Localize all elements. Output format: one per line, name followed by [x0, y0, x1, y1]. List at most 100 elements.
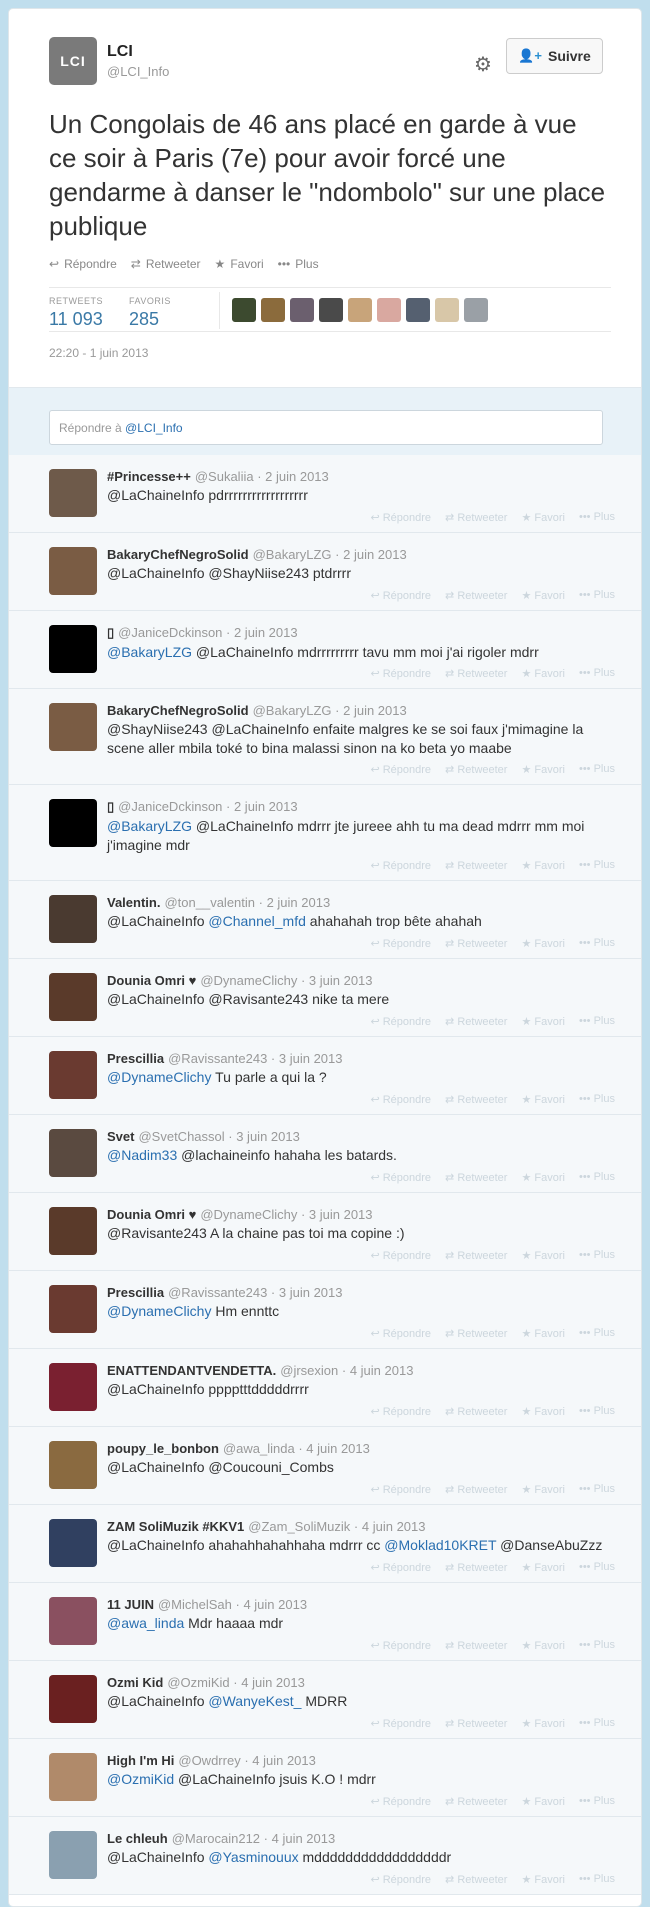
reply-action[interactable]: ↩ Répondre: [370, 511, 431, 524]
favorite-action[interactable]: ★ Favori: [215, 257, 264, 271]
favorite-action[interactable]: ★ Favori: [521, 1795, 565, 1808]
reply-author-name[interactable]: ZAM SoliMuzik #KKV1: [107, 1519, 244, 1534]
reply-tweet[interactable]: ▯ @JaniceDckinson · 2 juin 2013 @BakaryLZG…: [9, 785, 641, 881]
avatar[interactable]: [319, 298, 343, 322]
avatar[interactable]: [232, 298, 256, 322]
reply-author-name[interactable]: Dounia Omri ♥: [107, 973, 196, 988]
avatar[interactable]: [49, 973, 97, 1021]
reply-tweet[interactable]: Ozmi Kid @OzmiKid · 4 juin 2013 @LaChaineI…: [9, 1661, 641, 1739]
retweet-action[interactable]: ⇄ Retweeter: [445, 1873, 507, 1886]
reply-date[interactable]: 2 juin 2013: [234, 625, 298, 640]
reply-date[interactable]: 3 juin 2013: [279, 1051, 343, 1066]
reply-author-handle[interactable]: @MichelSah: [158, 1597, 232, 1612]
more-action[interactable]: ••• Plus: [579, 1093, 615, 1106]
favorite-action[interactable]: ★ Favori: [521, 1405, 565, 1418]
reply-date[interactable]: 2 juin 2013: [265, 469, 329, 484]
reply-action[interactable]: ↩ Répondre: [370, 1249, 431, 1262]
reply-author-name[interactable]: BakaryChefNegroSolid: [107, 547, 249, 562]
avatar[interactable]: [49, 1519, 97, 1567]
mention-link[interactable]: @Moklad10KRET: [384, 1537, 496, 1553]
reply-action[interactable]: ↩ Répondre: [370, 937, 431, 950]
favorite-action[interactable]: ★ Favori: [521, 1483, 565, 1496]
reply-author-handle[interactable]: @jrsexion: [280, 1363, 338, 1378]
retweet-action[interactable]: ⇄ Retweeter: [131, 257, 201, 271]
retweet-action[interactable]: ⇄ Retweeter: [445, 1405, 507, 1418]
reply-date[interactable]: 4 juin 2013: [306, 1441, 370, 1456]
reply-author-handle[interactable]: @awa_linda: [223, 1441, 295, 1456]
reply-author-name[interactable]: Le chleuh: [107, 1831, 168, 1846]
follow-button[interactable]: 👤+ Suivre: [506, 38, 603, 74]
reply-author-name[interactable]: ▯: [107, 625, 114, 640]
more-action[interactable]: ••• Plus: [579, 589, 615, 602]
avatar[interactable]: [464, 298, 488, 322]
reply-tweet[interactable]: Svet @SvetChassol · 3 juin 2013 @Nadim33 @…: [9, 1115, 641, 1193]
reply-tweet[interactable]: ENATTENDANTVENDETTA. @jrsexion · 4 juin 2…: [9, 1349, 641, 1427]
retweet-action[interactable]: ⇄ Retweeter: [445, 1795, 507, 1808]
more-action[interactable]: ••• Plus: [579, 1015, 615, 1028]
reply-action[interactable]: ↩ Répondre: [370, 859, 431, 872]
avatar[interactable]: [49, 703, 97, 751]
gear-icon[interactable]: ⚙: [474, 52, 492, 77]
retweet-action[interactable]: ⇄ Retweeter: [445, 1327, 507, 1340]
mention-link[interactable]: @BakaryLZG: [107, 644, 192, 660]
more-action[interactable]: ••• Plus: [579, 1873, 615, 1886]
mention-link[interactable]: @DynameClichy: [107, 1303, 211, 1319]
mention-link[interactable]: @Channel_mfd: [208, 913, 306, 929]
reply-author-handle[interactable]: @Owdrrey: [178, 1753, 240, 1768]
reply-date[interactable]: 3 juin 2013: [309, 1207, 373, 1222]
reply-action[interactable]: ↩ Répondre: [370, 1093, 431, 1106]
avatar[interactable]: [49, 625, 97, 673]
author-name[interactable]: LCI: [107, 43, 169, 61]
retweet-action[interactable]: ⇄ Retweeter: [445, 1093, 507, 1106]
reply-tweet[interactable]: High I'm Hi @Owdrrey · 4 juin 2013 @OzmiKi…: [9, 1739, 641, 1817]
reply-action[interactable]: ↩ Répondre: [370, 667, 431, 680]
reply-author-name[interactable]: BakaryChefNegroSolid: [107, 703, 249, 718]
reply-author-handle[interactable]: @JaniceDckinson: [118, 625, 222, 640]
reply-input[interactable]: Répondre à @LCI_Info: [49, 410, 603, 445]
avatar[interactable]: [49, 1831, 97, 1879]
retweet-action[interactable]: ⇄ Retweeter: [445, 589, 507, 602]
reply-action[interactable]: ↩ Répondre: [49, 257, 117, 271]
reply-author-name[interactable]: 11 JUIN: [107, 1597, 154, 1612]
more-action[interactable]: ••• Plus: [579, 667, 615, 680]
reply-action[interactable]: ↩ Répondre: [370, 1717, 431, 1730]
retweet-action[interactable]: ⇄ Retweeter: [445, 1015, 507, 1028]
reply-action[interactable]: ↩ Répondre: [370, 1015, 431, 1028]
retweet-action[interactable]: ⇄ Retweeter: [445, 1717, 507, 1730]
retweet-action[interactable]: ⇄ Retweeter: [445, 859, 507, 872]
retweet-action[interactable]: ⇄ Retweeter: [445, 667, 507, 680]
reply-tweet[interactable]: BakaryChefNegroSolid @BakaryLZG · 2 juin …: [9, 533, 641, 611]
reply-date[interactable]: 4 juin 2013: [243, 1597, 307, 1612]
mention-link[interactable]: @WanyeKest_: [208, 1693, 301, 1709]
retweets-stat[interactable]: RETWEETS 11 093: [49, 296, 103, 330]
favorite-action[interactable]: ★ Favori: [521, 1171, 565, 1184]
reply-tweet[interactable]: Valentin. @ton__valentin · 2 juin 2013 @La…: [9, 881, 641, 959]
reply-date[interactable]: 3 juin 2013: [309, 973, 373, 988]
more-action[interactable]: ••• Plus: [278, 257, 319, 271]
mention-link[interactable]: @awa_linda: [107, 1615, 184, 1631]
favorite-action[interactable]: ★ Favori: [521, 1093, 565, 1106]
reply-author-name[interactable]: ▯: [107, 799, 114, 814]
reply-date[interactable]: 2 juin 2013: [234, 799, 298, 814]
reply-author-handle[interactable]: @BakaryLZG: [253, 703, 332, 718]
reply-author-name[interactable]: Svet: [107, 1129, 134, 1144]
reply-date[interactable]: 2 juin 2013: [267, 895, 331, 910]
more-action[interactable]: ••• Plus: [579, 763, 615, 776]
avatar[interactable]: [49, 1597, 97, 1645]
favorite-action[interactable]: ★ Favori: [521, 937, 565, 950]
reply-tweet[interactable]: 11 JUIN @MichelSah · 4 juin 2013 @awa_lind…: [9, 1583, 641, 1661]
reply-author-handle[interactable]: @Sukaliia: [195, 469, 254, 484]
favorite-action[interactable]: ★ Favori: [521, 763, 565, 776]
reply-author-handle[interactable]: @OzmiKid: [167, 1675, 229, 1690]
reply-author-handle[interactable]: @DynameClichy: [200, 973, 297, 988]
avatar[interactable]: [49, 469, 97, 517]
reply-action[interactable]: ↩ Répondre: [370, 1795, 431, 1808]
avatar[interactable]: [49, 1441, 97, 1489]
mention-link[interactable]: @BakaryLZG: [107, 818, 192, 834]
avatar[interactable]: [49, 1285, 97, 1333]
avatar[interactable]: [290, 298, 314, 322]
avatar[interactable]: [49, 1675, 97, 1723]
retweet-action[interactable]: ⇄ Retweeter: [445, 1483, 507, 1496]
reply-tweet[interactable]: Le chleuh @Marocain212 · 4 juin 2013 @LaCh…: [9, 1817, 641, 1895]
mention-link[interactable]: @OzmiKid: [107, 1771, 174, 1787]
